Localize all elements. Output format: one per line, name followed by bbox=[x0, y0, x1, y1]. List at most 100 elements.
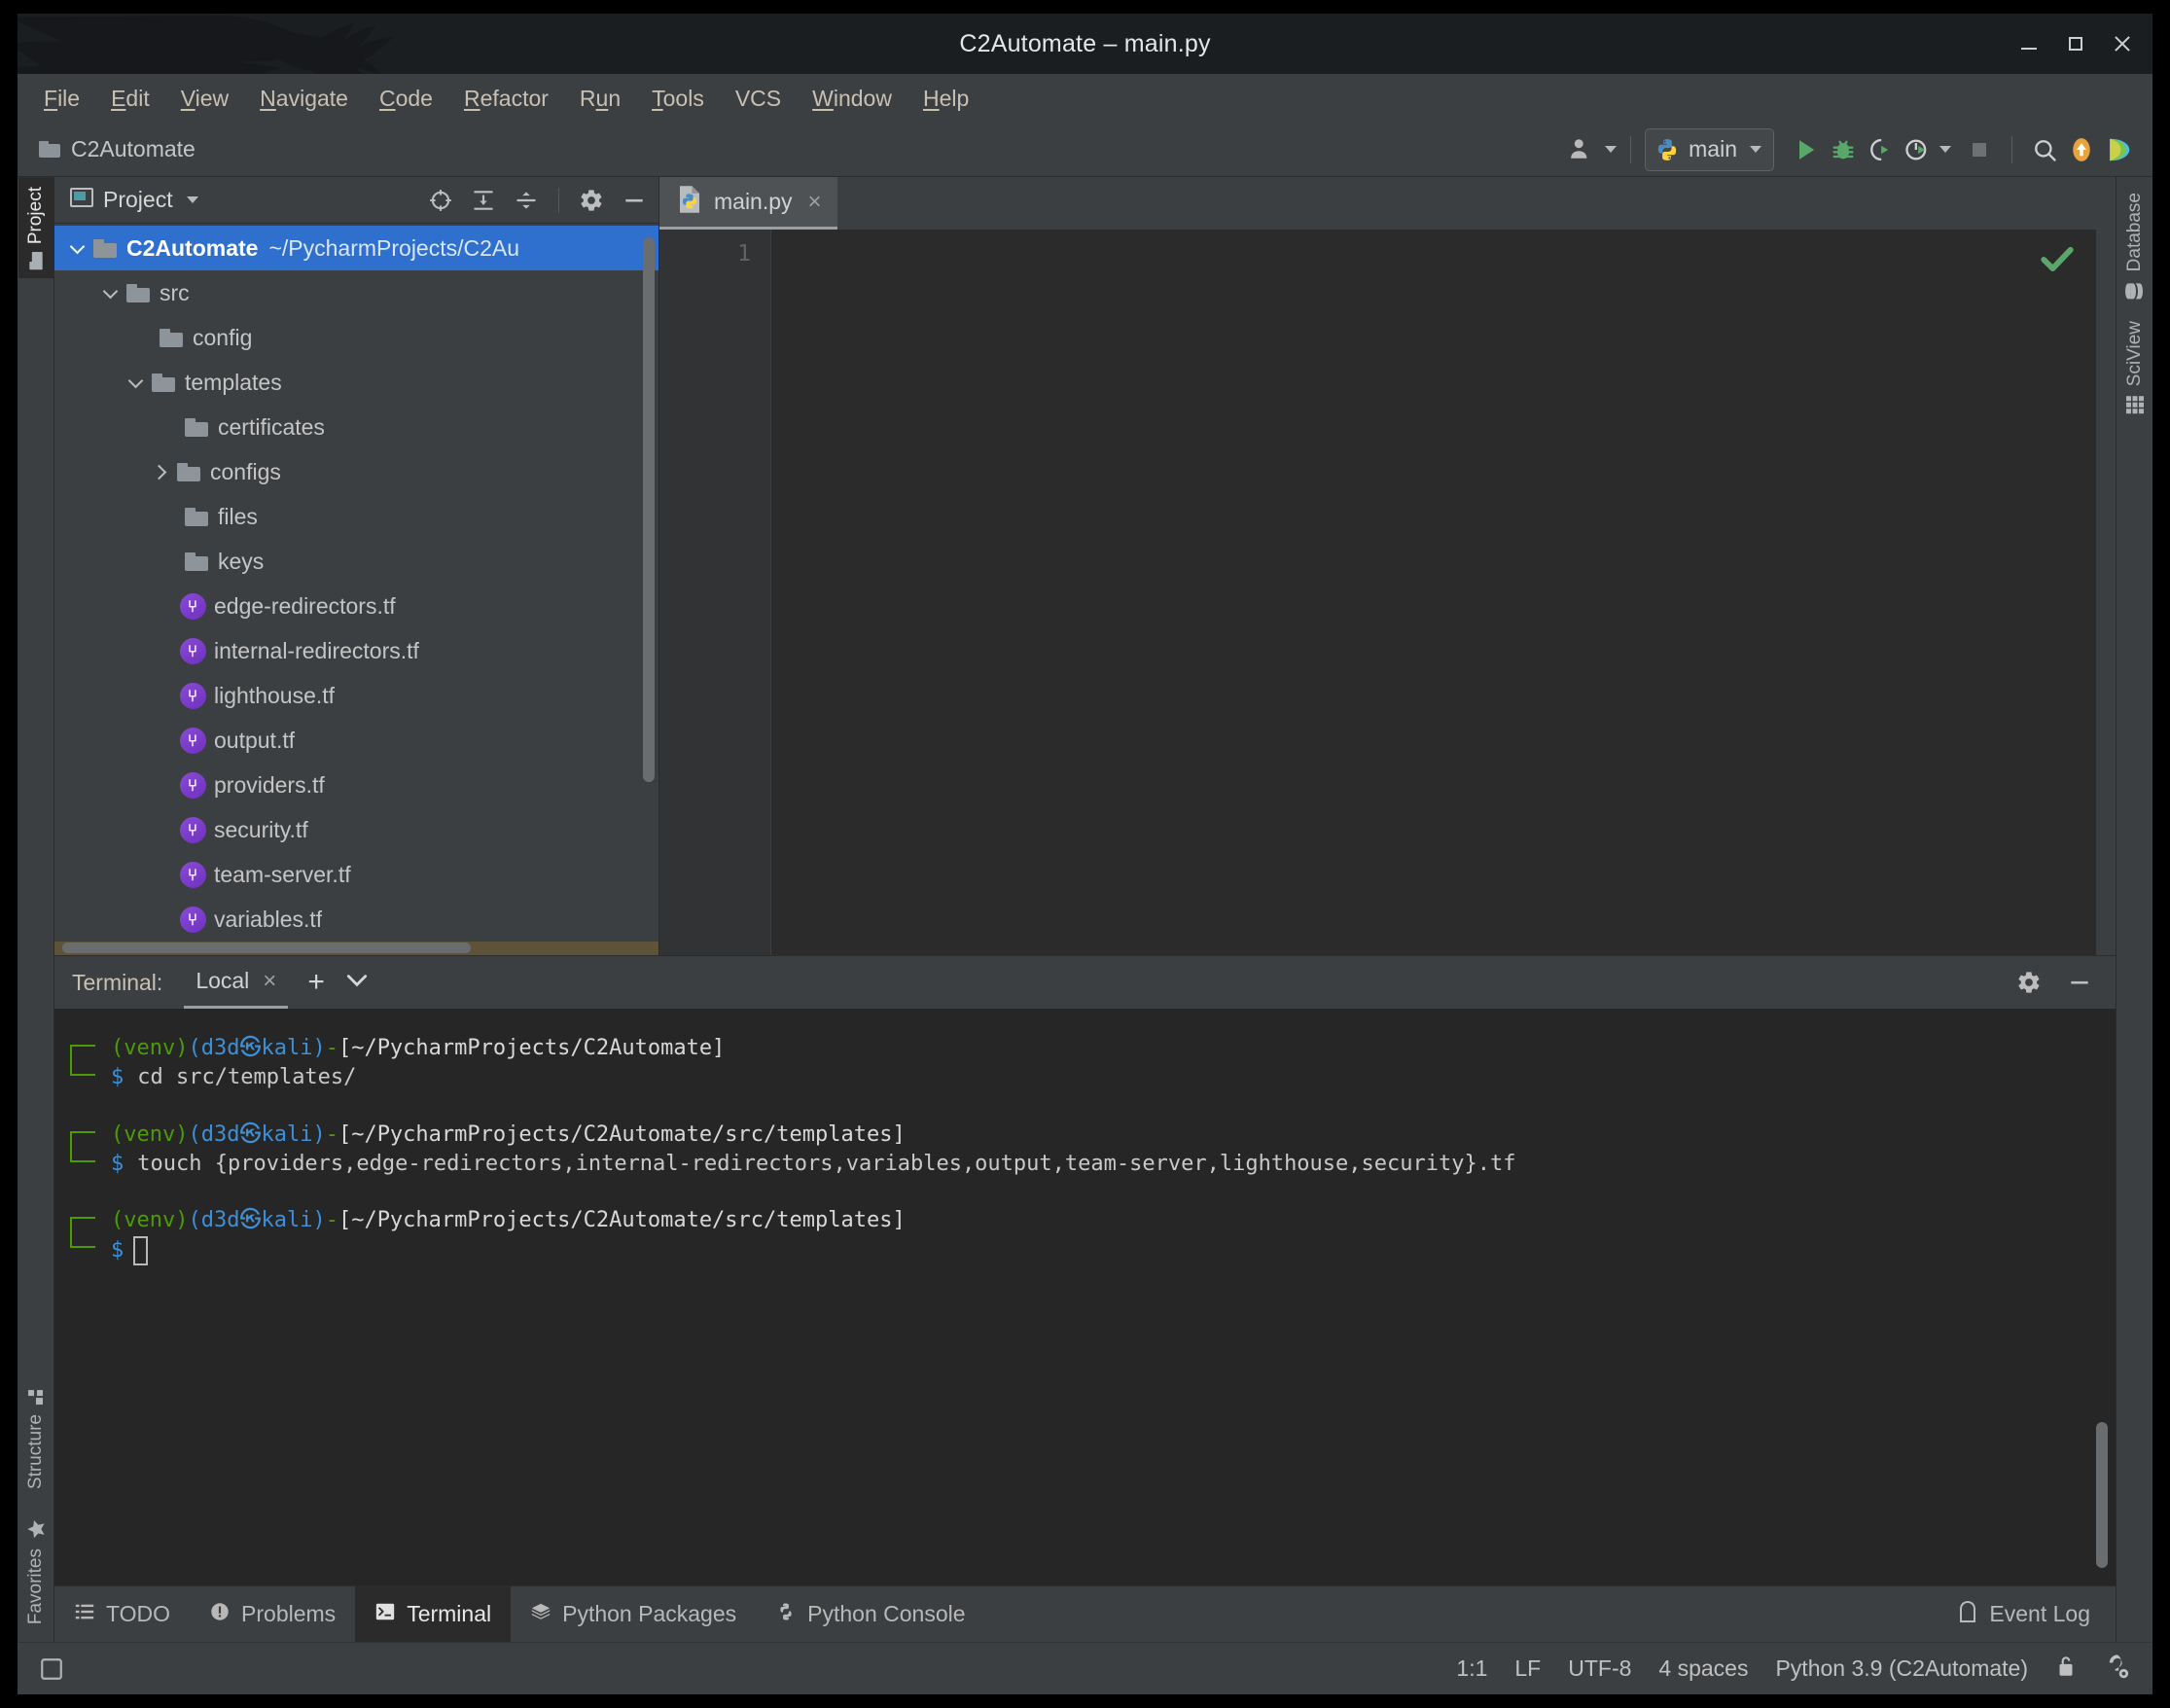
sidebar-item-structure[interactable]: Structure bbox=[18, 1376, 53, 1499]
run-configuration-selector[interactable]: main bbox=[1645, 128, 1774, 171]
tab-problems[interactable]: Problems bbox=[190, 1586, 355, 1642]
new-terminal-tab-button[interactable]: + bbox=[307, 968, 325, 997]
tree-row-certificates[interactable]: certificates bbox=[54, 405, 658, 449]
tree-row-keys[interactable]: keys bbox=[54, 539, 658, 584]
run-icon[interactable] bbox=[1788, 131, 1825, 168]
tree-row-internal-redirectors-tf[interactable]: ⑂ internal-redirectors.tf bbox=[54, 628, 658, 673]
tab-python-console[interactable]: Python Console bbox=[756, 1586, 984, 1642]
prompt-bracket-vertical bbox=[70, 1217, 72, 1248]
tree-row-providers-tf[interactable]: ⑂ providers.tf bbox=[54, 763, 658, 807]
prompt-dollar-3: $ bbox=[111, 1236, 124, 1265]
tree-row-configs[interactable]: configs bbox=[54, 449, 658, 494]
python-interpreter[interactable]: Python 3.9 (C2Automate) bbox=[1775, 1655, 2028, 1682]
project-panel-header: Project bbox=[54, 177, 658, 224]
terminal-tab-local[interactable]: Local × bbox=[184, 956, 288, 1009]
project-panel-chevron-down-icon[interactable] bbox=[187, 196, 198, 203]
toolbar-divider-2 bbox=[2011, 136, 2012, 163]
tree-row-output-tf[interactable]: ⑂ output.tf bbox=[54, 718, 658, 763]
project-tree[interactable]: C2Automate ~/PycharmProjects/C2Au src bbox=[54, 224, 658, 955]
editor-code-area[interactable] bbox=[771, 230, 2096, 955]
update-project-icon[interactable] bbox=[2063, 131, 2100, 168]
expand-chevron-right-icon[interactable] bbox=[148, 467, 173, 478]
expand-chevron-down-icon[interactable] bbox=[97, 290, 123, 297]
locate-icon[interactable] bbox=[426, 186, 455, 215]
hide-icon[interactable] bbox=[2065, 968, 2094, 997]
terminal-tools bbox=[2014, 968, 2116, 997]
line-separator[interactable]: LF bbox=[1514, 1655, 1541, 1682]
expand-all-icon[interactable] bbox=[469, 186, 498, 215]
title-bar: C2Automate – main.py bbox=[18, 14, 2152, 74]
caret-position[interactable]: 1:1 bbox=[1456, 1655, 1487, 1682]
user-chevron-down-icon[interactable] bbox=[1605, 146, 1617, 153]
tree-label-templates: templates bbox=[185, 370, 282, 396]
menu-navigate[interactable]: Navigate bbox=[255, 83, 353, 115]
close-icon[interactable]: × bbox=[263, 970, 276, 993]
terminal-options-chevron-down-icon[interactable] bbox=[344, 972, 370, 994]
menu-file[interactable]: File bbox=[39, 83, 85, 115]
breadcrumb[interactable]: C2Automate bbox=[39, 136, 196, 162]
tree-row-variables-tf[interactable]: ⑂ variables.tf bbox=[54, 897, 658, 942]
ide-assistant-icon[interactable] bbox=[2100, 131, 2137, 168]
indent-setting[interactable]: 4 spaces bbox=[1658, 1655, 1748, 1682]
project-tree-vertical-scrollbar[interactable] bbox=[643, 237, 655, 782]
tree-row-templates[interactable]: templates bbox=[54, 360, 658, 405]
hide-icon[interactable] bbox=[620, 186, 649, 215]
project-folder-icon bbox=[28, 251, 44, 270]
expand-chevron-down-icon[interactable] bbox=[64, 245, 89, 252]
expand-chevron-down-icon[interactable] bbox=[123, 379, 148, 386]
close-icon[interactable]: × bbox=[808, 191, 822, 214]
tree-label-keys: keys bbox=[218, 549, 264, 575]
profiler-chevron-down-icon[interactable] bbox=[1939, 146, 1951, 153]
close-button[interactable] bbox=[2112, 33, 2133, 54]
menu-window[interactable]: Window bbox=[807, 83, 897, 115]
menu-run[interactable]: Run bbox=[575, 83, 625, 115]
status-bar-widget-toggle[interactable] bbox=[39, 1656, 78, 1682]
minimize-button[interactable] bbox=[2018, 33, 2040, 54]
file-encoding[interactable]: UTF-8 bbox=[1568, 1655, 1631, 1682]
project-tree-horizontal-scrollbar[interactable] bbox=[62, 943, 471, 953]
settings-gear-icon[interactable] bbox=[2014, 968, 2044, 997]
run-with-coverage-icon[interactable] bbox=[1862, 131, 1899, 168]
tab-main-py[interactable]: main.py × bbox=[659, 177, 837, 230]
menu-view[interactable]: View bbox=[176, 83, 233, 115]
settings-gear-icon[interactable] bbox=[577, 186, 606, 215]
tab-terminal[interactable]: Terminal bbox=[355, 1586, 511, 1642]
menu-vcs[interactable]: VCS bbox=[730, 83, 786, 115]
menu-tools[interactable]: Tools bbox=[647, 83, 709, 115]
tree-row-security-tf[interactable]: ⑂ security.tf bbox=[54, 807, 658, 852]
tree-row-lighthouse-tf[interactable]: ⑂ lighthouse.tf bbox=[54, 673, 658, 718]
editor-error-stripe[interactable] bbox=[2096, 230, 2116, 955]
tab-python-packages[interactable]: Python Packages bbox=[511, 1586, 756, 1642]
menu-code[interactable]: Code bbox=[374, 83, 438, 115]
tree-row-files[interactable]: files bbox=[54, 494, 658, 539]
tree-row-src[interactable]: src bbox=[54, 270, 658, 315]
menu-edit[interactable]: Edit bbox=[106, 83, 155, 115]
debug-icon[interactable] bbox=[1825, 131, 1862, 168]
search-everywhere-icon[interactable] bbox=[2026, 131, 2063, 168]
sidebar-item-sciview[interactable]: SciView bbox=[2117, 311, 2152, 424]
user-icon[interactable] bbox=[1564, 131, 1601, 168]
folder-icon bbox=[173, 463, 204, 481]
collapse-all-icon[interactable] bbox=[512, 186, 541, 215]
tree-row-edge-redirectors-tf[interactable]: ⑂ edge-redirectors.tf bbox=[54, 584, 658, 628]
menu-refactor[interactable]: Refactor bbox=[459, 83, 553, 115]
stop-icon[interactable] bbox=[1961, 131, 1998, 168]
tree-row-team-server-tf[interactable]: ⑂ team-server.tf bbox=[54, 852, 658, 897]
maximize-button[interactable] bbox=[2065, 33, 2086, 54]
profiler-icon[interactable] bbox=[1899, 131, 1936, 168]
lock-icon[interactable] bbox=[2055, 1654, 2077, 1684]
sidebar-item-database[interactable]: Database bbox=[2117, 183, 2152, 311]
tree-row-config[interactable]: config bbox=[54, 315, 658, 360]
sidebar-item-favorites[interactable]: Favorites bbox=[18, 1509, 53, 1634]
inspection-level-icon[interactable] bbox=[2104, 1653, 2131, 1685]
menu-help[interactable]: Help bbox=[918, 83, 974, 115]
tab-todo[interactable]: TODO bbox=[54, 1586, 190, 1642]
terminal-output[interactable]: (venv)(d3d㉿kali)-[~/PycharmProjects/C2Au… bbox=[54, 1009, 2116, 1585]
todo-icon bbox=[74, 1601, 95, 1628]
inspection-status-icon[interactable] bbox=[2036, 237, 2079, 285]
tree-row-project-root[interactable]: C2Automate ~/PycharmProjects/C2Au bbox=[54, 226, 658, 270]
tree-label-files: files bbox=[218, 504, 258, 530]
event-log-button[interactable]: Event Log bbox=[1957, 1586, 2116, 1642]
terminal-vertical-scrollbar[interactable] bbox=[2096, 1422, 2108, 1568]
sidebar-item-project[interactable]: Project bbox=[18, 177, 53, 278]
